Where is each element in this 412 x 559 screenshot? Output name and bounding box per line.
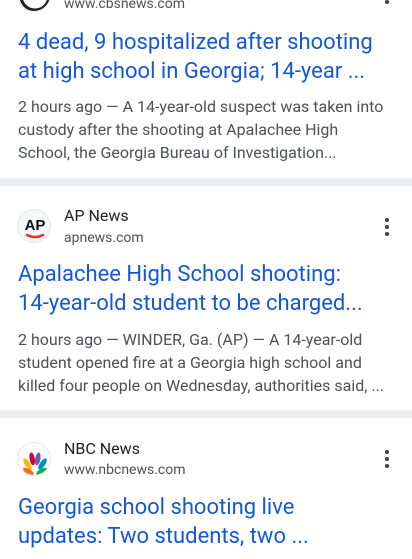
cbs-eye-logo-icon: [17, 0, 51, 12]
headline-line-1[interactable]: Georgia school shooting live: [18, 493, 400, 522]
more-options-button[interactable]: [376, 0, 398, 6]
snippet-line: 2 hours ago — WINDER, Ga. (AP) — A 14-ye…: [18, 330, 363, 349]
source-name[interactable]: AP News: [64, 206, 129, 226]
nbc-peacock-logo-icon: [17, 442, 51, 476]
snippet-line: student opened fire at a Georgia high sc…: [18, 353, 362, 372]
snippet-line: School, the Georgia Bureau of Investigat…: [18, 143, 337, 162]
result-separator: [0, 410, 412, 418]
headline-line-2[interactable]: 14-year-old student to be charged...: [18, 289, 400, 318]
result-card-cbs[interactable]: www.cbsnews.com 4 dead, 9 hospitalized a…: [0, 0, 412, 178]
more-options-button[interactable]: [376, 448, 398, 470]
source-url: apnews.com: [64, 230, 144, 246]
headline-line-1[interactable]: 4 dead, 9 hospitalized after shooting: [18, 28, 400, 57]
source-url: www.cbsnews.com: [64, 0, 186, 12]
snippet-line: custody after the shooting at Apalachee …: [18, 120, 339, 139]
headline-line-2[interactable]: at high school in Georgia; 14-year ...: [18, 57, 400, 86]
headline-line-2[interactable]: updates: Two students, two ...: [18, 522, 400, 551]
ap-logo-icon: AP: [17, 209, 51, 243]
result-separator: [0, 178, 412, 186]
snippet-line: killed four people on Wednesday, authori…: [18, 376, 384, 395]
snippet-line: 2 hours ago — A 14-year-old suspect was …: [18, 97, 384, 116]
source-name[interactable]: NBC News: [64, 439, 140, 459]
headline-line-1[interactable]: Apalachee High School shooting:: [18, 260, 400, 289]
snippet: 2 hours ago — A 14-year-old suspect was …: [18, 95, 396, 164]
result-card-ap[interactable]: AP AP News apnews.com Apalachee High Sch…: [0, 186, 412, 410]
svg-text:AP: AP: [25, 217, 46, 234]
source-url: www.nbcnews.com: [64, 462, 186, 478]
more-options-button[interactable]: [376, 216, 398, 238]
result-card-nbc[interactable]: NBC News www.nbcnews.com Georgia school …: [0, 418, 412, 559]
snippet: 2 hours ago — WINDER, Ga. (AP) — A 14-ye…: [18, 328, 396, 397]
